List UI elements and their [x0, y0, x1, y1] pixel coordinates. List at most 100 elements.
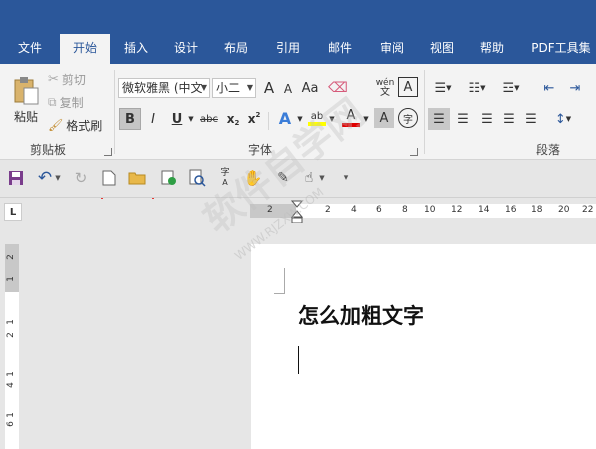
chevron-down-icon: ▼: [200, 83, 207, 92]
distributed-button[interactable]: ☰: [520, 108, 542, 130]
font-case-button[interactable]: Aa: [298, 78, 322, 98]
italic-button[interactable]: I: [143, 108, 163, 130]
print-preview-icon[interactable]: [188, 169, 206, 187]
clear-format-icon[interactable]: ⌫: [328, 78, 348, 98]
attach-icon[interactable]: ✋: [244, 169, 263, 187]
word-count-icon[interactable]: 字A: [216, 169, 234, 188]
divider: [114, 70, 115, 154]
shrink-font-button[interactable]: A: [280, 80, 296, 98]
enclose-characters-button[interactable]: 字: [398, 108, 418, 128]
edit-icon[interactable]: ✎: [274, 169, 292, 187]
paste-icon: [14, 76, 39, 104]
line-spacing-button[interactable]: ↕ ▼: [548, 108, 578, 130]
customize-qat-icon[interactable]: ▾: [340, 169, 352, 187]
tab-insert[interactable]: 插入: [114, 34, 158, 64]
spell-check-icon[interactable]: [160, 169, 178, 187]
chevron-down-icon: ▼: [246, 83, 253, 92]
highlight-color-button[interactable]: ab: [306, 106, 328, 130]
ruler-tick: 2: [267, 205, 273, 215]
tab-mailings[interactable]: 邮件: [318, 34, 362, 64]
ribbon: 粘贴 ✂ 剪切 ⧉ 复制 🖌 格式刷 剪贴板 微软雅黑 (中文 ▼ 小二 ▼ A A…: [0, 64, 596, 210]
chevron-down-icon[interactable]: ▼: [318, 169, 326, 187]
chevron-down-icon[interactable]: ▼: [54, 169, 62, 187]
chevron-down-icon[interactable]: ▼: [328, 114, 336, 124]
tab-references[interactable]: 引用: [266, 34, 310, 64]
ruler-tick: 1: [5, 319, 16, 325]
font-name-select[interactable]: 微软雅黑 (中文 ▼: [118, 78, 210, 98]
increase-indent-button[interactable]: ⇥: [564, 78, 586, 98]
underline-button[interactable]: U: [166, 108, 188, 130]
ruler-tick: 12: [451, 205, 463, 215]
margin-corner-mark: [274, 268, 285, 294]
tab-file[interactable]: 文件: [6, 34, 54, 64]
brush-icon: 🖌: [48, 118, 64, 132]
tab-selector[interactable]: L: [4, 203, 22, 221]
chevron-down-icon[interactable]: ▼: [362, 114, 370, 124]
copy-button[interactable]: ⧉ 复制: [48, 93, 96, 111]
align-left-button[interactable]: ☰: [428, 108, 450, 130]
font-group-label: 字体: [248, 143, 273, 157]
format-painter-label: 格式刷: [66, 118, 103, 133]
font-color-button[interactable]: A: [340, 106, 362, 130]
save-icon[interactable]: [7, 169, 25, 187]
text-cursor: [298, 346, 299, 374]
title-bar: [0, 0, 596, 34]
ruler-tick: 1: [5, 412, 16, 418]
indent-marker[interactable]: [291, 200, 303, 224]
scissors-icon: ✂: [48, 71, 59, 87]
tab-review[interactable]: 审阅: [370, 34, 414, 64]
character-shading-button[interactable]: A: [374, 108, 394, 128]
ruler-tick: 10: [424, 205, 436, 215]
bullets-button[interactable]: ☰ ▼: [428, 78, 458, 98]
ruler-tick: 6: [376, 205, 382, 215]
chevron-down-icon[interactable]: ▼: [187, 114, 195, 124]
cut-label: 剪切: [61, 72, 86, 87]
tab-view[interactable]: 视图: [420, 34, 464, 64]
clipboard-launcher-icon[interactable]: [104, 148, 112, 156]
document-page[interactable]: [251, 244, 596, 449]
subscript-button[interactable]: x2: [223, 108, 243, 130]
ruler-tick: 1: [5, 371, 16, 377]
align-right-button[interactable]: ☰: [476, 108, 498, 130]
strikethrough-button[interactable]: abc: [198, 108, 220, 130]
grow-font-button[interactable]: A: [260, 77, 278, 99]
tab-pdf-tools[interactable]: PDF工具集: [526, 34, 596, 64]
ruler-tick: 6: [5, 421, 16, 427]
multilevel-list-button[interactable]: ☲ ▼: [496, 78, 526, 98]
tab-design[interactable]: 设计: [164, 34, 208, 64]
ruler-tick: 14: [478, 205, 490, 215]
font-size-select[interactable]: 小二 ▼: [212, 78, 256, 98]
numbering-button[interactable]: ☷ ▼: [462, 78, 492, 98]
ruler-tick: 2: [5, 332, 16, 338]
text-effects-button[interactable]: A: [274, 106, 296, 130]
align-center-button[interactable]: ☰: [452, 108, 474, 130]
chevron-down-icon[interactable]: ▼: [296, 114, 304, 124]
font-launcher-icon[interactable]: [410, 148, 418, 156]
document-heading[interactable]: 怎么加粗文字: [298, 300, 424, 330]
justify-button[interactable]: ☰: [498, 108, 520, 130]
paste-button[interactable]: 粘贴: [8, 72, 44, 128]
bold-button[interactable]: B: [119, 108, 141, 130]
touch-mode-icon[interactable]: ☝: [300, 169, 318, 187]
cut-button[interactable]: ✂ 剪切: [48, 70, 96, 88]
highlighter-icon: ab: [310, 110, 324, 122]
redo-icon[interactable]: ↻: [72, 169, 90, 187]
undo-icon[interactable]: ↶: [36, 168, 54, 188]
character-border-button[interactable]: A: [398, 77, 418, 97]
ruler-tick: 22: [582, 205, 594, 215]
open-folder-icon[interactable]: [128, 169, 146, 187]
clipboard-group-label: 剪贴板: [30, 143, 67, 157]
new-document-icon[interactable]: [100, 169, 118, 187]
divider: [268, 112, 269, 130]
ruler-tick: 8: [402, 205, 408, 215]
ruler-tick: 20: [558, 205, 570, 215]
ruler-tick: 18: [531, 205, 543, 215]
format-painter-button[interactable]: 🖌 格式刷: [48, 116, 108, 134]
tab-home[interactable]: 开始: [60, 34, 110, 64]
tab-layout[interactable]: 布局: [214, 34, 258, 64]
ruler-margin: [250, 204, 296, 218]
phonetic-guide-button[interactable]: wén 文: [374, 77, 396, 99]
superscript-button[interactable]: x2: [244, 108, 264, 130]
decrease-indent-button[interactable]: ⇤: [538, 78, 560, 98]
tab-help[interactable]: 帮助: [470, 34, 514, 64]
